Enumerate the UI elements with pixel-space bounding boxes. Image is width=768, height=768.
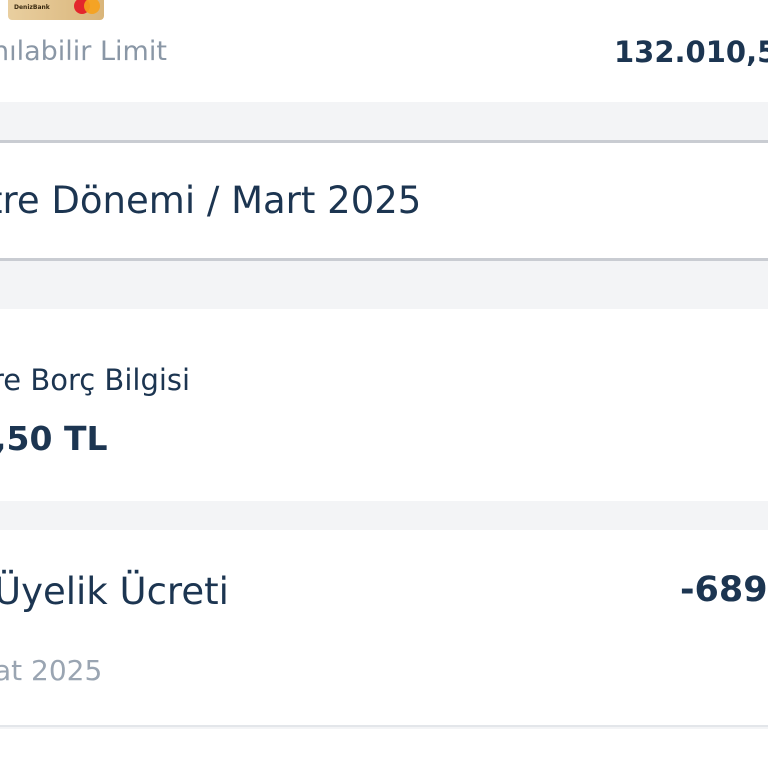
transaction-row[interactable]: Üyelik Ücreti -689, at 2025 (0, 530, 768, 727)
debt-amount: ,50 TL (0, 419, 108, 458)
debt-info-title: re Borç Bilgisi (0, 363, 191, 397)
transaction-title: Üyelik Ücreti (0, 570, 229, 613)
available-limit-value: 132.010,50 (614, 35, 768, 69)
available-limit-label: nılabilir Limit (0, 36, 167, 67)
credit-card-thumbnail[interactable]: DenizBank (8, 0, 104, 20)
card-brand-label: DenizBank (14, 4, 50, 11)
statement-period-title: tre Dönemi / Mart 2025 (0, 179, 422, 222)
next-list-item (0, 729, 768, 768)
statement-period-selector[interactable]: tre Dönemi / Mart 2025 (0, 140, 768, 261)
statement-screen: DenizBank nılabilir Limit 132.010,50 tre… (0, 0, 768, 768)
available-limit-card: DenizBank nılabilir Limit 132.010,50 (0, 0, 768, 102)
statement-debt-card[interactable]: re Borç Bilgisi ,50 TL (0, 309, 768, 501)
mastercard-logo-icon (74, 0, 100, 14)
transaction-date: at 2025 (0, 654, 103, 687)
transaction-amount: -689, (680, 570, 768, 610)
